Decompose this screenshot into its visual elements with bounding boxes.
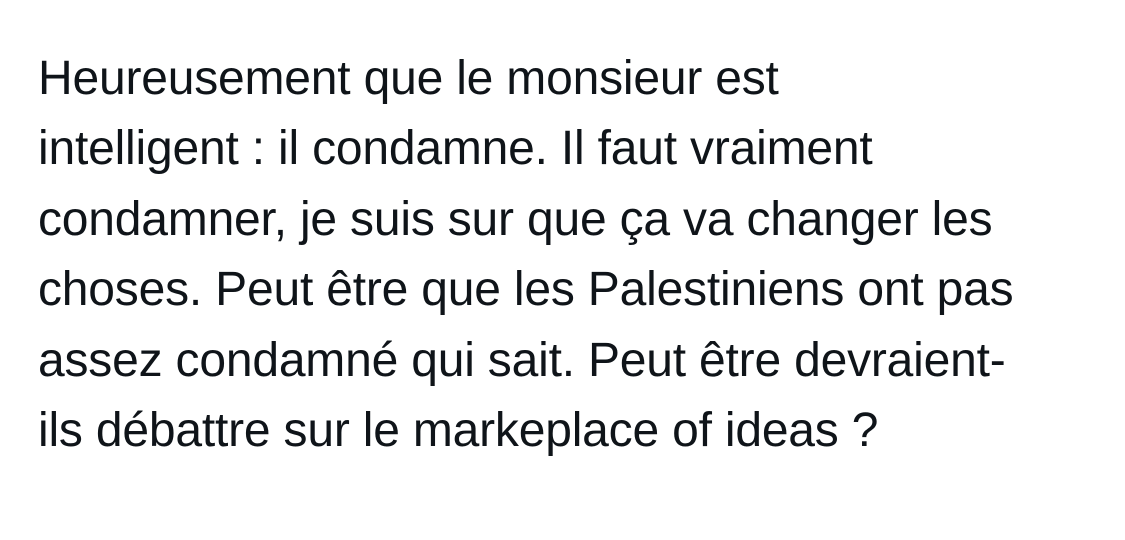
post-text-line: intelligent : il condamne. Il faut vraim…	[38, 122, 873, 176]
post-text-line: condamner, je suis sur que ça va changer…	[38, 192, 993, 246]
post-text-line: assez condamné qui sait. Peut être devra…	[38, 333, 1006, 387]
post-text: Heureusement que le monsieur est intelli…	[38, 44, 1014, 466]
post-text-line: Heureusement que le monsieur est	[38, 52, 779, 105]
post-text-line: ils débattre sur le markeplace of ideas …	[38, 404, 879, 458]
post-text-line: choses. Peut être que les Palestiniens o…	[38, 263, 1014, 317]
